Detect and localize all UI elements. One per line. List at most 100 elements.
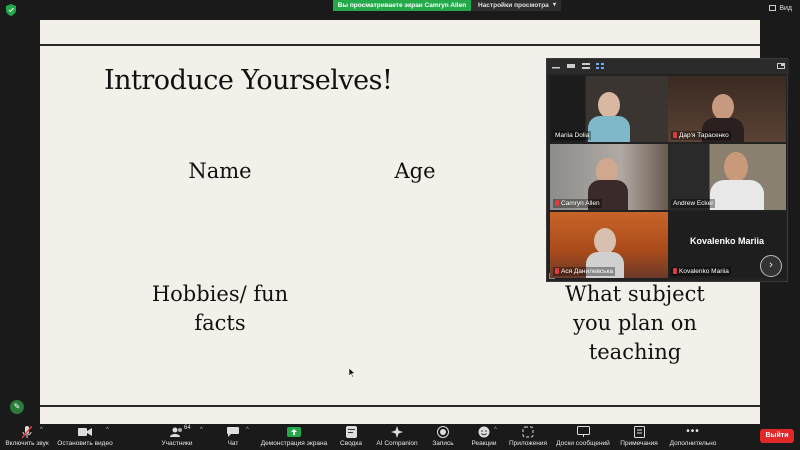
- chat-icon: [227, 427, 239, 437]
- chevron-down-icon: ▾: [552, 2, 556, 8]
- active-speaker-icon[interactable]: [567, 63, 575, 69]
- stop-video-label: Остановить видео: [57, 440, 113, 447]
- participant-video-panel[interactable]: Mariia Dolia Дар'я Тарасенко Camryn Alle…: [546, 58, 789, 282]
- more-button[interactable]: ••• Дополнительно: [666, 424, 720, 450]
- chevron-right-icon: ›: [769, 259, 773, 271]
- chat-label: Чат: [227, 440, 239, 447]
- subject-line-1: What subject: [565, 282, 705, 306]
- chevron-up-icon[interactable]: ^: [494, 427, 497, 433]
- record-button[interactable]: Запись: [428, 424, 458, 450]
- participant-name: Ася Данилевська: [561, 268, 614, 275]
- hobbies-line-2: facts: [194, 311, 246, 335]
- stop-video-button[interactable]: ^ Остановить видео: [56, 424, 114, 450]
- participant-name: Дар'я Тарасенко: [679, 132, 729, 139]
- video-tile[interactable]: Camryn Allen: [550, 144, 668, 210]
- reactions-button[interactable]: ^ Реакции: [468, 424, 500, 450]
- participant-name-row: Kovalenko Mariia: [671, 267, 731, 276]
- participant-name-row: Camryn Allen: [553, 199, 602, 208]
- apps-label: Приложения: [508, 440, 548, 447]
- more-label: Дополнительно: [669, 440, 717, 447]
- slide-bottom-divider: [40, 405, 760, 407]
- mouse-cursor-icon: [349, 368, 356, 378]
- muted-mic-icon: [673, 132, 677, 138]
- notes-button[interactable]: Примечания: [618, 424, 660, 450]
- view-options-label: Настройки просмотра: [478, 2, 549, 9]
- share-screen-icon: [287, 427, 301, 437]
- participants-button[interactable]: 64 ^ Участники: [152, 424, 202, 450]
- view-options-button[interactable]: Настройки просмотра ▾: [471, 0, 561, 11]
- apps-icon: [522, 426, 534, 438]
- chevron-up-icon[interactable]: ^: [200, 427, 203, 433]
- chevron-up-icon[interactable]: ^: [106, 427, 109, 433]
- video-tile[interactable]: Дар'я Тарасенко: [668, 76, 786, 142]
- participants-icon: [170, 427, 182, 437]
- muted-mic-icon: [555, 268, 559, 274]
- record-label: Запись: [432, 440, 454, 447]
- slide-label-subject: What subject you plan on teaching: [555, 280, 715, 367]
- participant-name: Andrew Ecker: [671, 199, 716, 208]
- chat-button[interactable]: ^ Чат: [218, 424, 249, 450]
- share-screen-label: Демонстрация экрана: [260, 440, 328, 447]
- video-tile[interactable]: Ася Данилевська: [550, 212, 668, 278]
- unmute-label: Включить звук: [5, 440, 49, 447]
- record-icon: [437, 426, 449, 438]
- ai-companion-label: AI Companion: [376, 440, 418, 447]
- zoom-meeting-window: Вы просматриваете экран Camryn Allen Нас…: [0, 0, 800, 450]
- microphone-muted-icon: [21, 425, 33, 439]
- subject-line-3: teaching: [588, 340, 682, 364]
- participant-name: Camryn Allen: [561, 200, 600, 207]
- shield-icon[interactable]: [6, 4, 16, 16]
- top-bar: Вы просматриваете экран Camryn Allen Нас…: [0, 0, 800, 20]
- slide-label-age: Age: [394, 159, 436, 183]
- video-tile[interactable]: Andrew Ecker: [668, 144, 786, 210]
- slide-label-hobbies: Hobbies/ fun facts: [140, 280, 300, 338]
- view-button[interactable]: Вид: [769, 5, 792, 12]
- summary-label: Сводка: [340, 440, 362, 447]
- subject-line-2: you plan on: [573, 311, 697, 335]
- annotate-pencil-icon[interactable]: ✎: [10, 400, 24, 414]
- chevron-up-icon[interactable]: ^: [40, 427, 43, 433]
- slide-label-name: Name: [188, 159, 252, 183]
- more-dots-icon: •••: [686, 426, 700, 437]
- emoji-icon: [478, 426, 490, 438]
- participants-label: Участники: [161, 440, 193, 447]
- minimize-icon[interactable]: [552, 63, 560, 69]
- leave-meeting-button[interactable]: Выйти: [760, 429, 794, 443]
- participant-name: Kovalenko Mariia: [679, 268, 729, 275]
- video-camera-icon: [78, 428, 92, 436]
- muted-mic-icon: [555, 200, 559, 206]
- ai-companion-button[interactable]: AI Companion: [374, 424, 420, 450]
- muted-mic-icon: [673, 268, 677, 274]
- slide-top-divider: [40, 44, 760, 46]
- notes-icon: [633, 426, 645, 438]
- slide-title: Introduce Yourselves!: [104, 65, 393, 96]
- whiteboards-button[interactable]: Доски сообщений: [553, 424, 613, 450]
- whiteboard-icon: [576, 426, 590, 437]
- participant-name-row: Ася Данилевська: [553, 267, 616, 276]
- whiteboards-label: Доски сообщений: [556, 440, 610, 447]
- participant-name-row: Дар'я Тарасенко: [671, 131, 731, 140]
- resize-handle[interactable]: [549, 273, 555, 279]
- exit-fullscreen-icon[interactable]: [777, 63, 785, 69]
- next-page-button[interactable]: ›: [760, 255, 782, 277]
- reactions-label: Реакции: [471, 440, 497, 447]
- screen-share-banner: Вы просматриваете экран Camryn Allen: [333, 0, 471, 11]
- view-button-label: Вид: [779, 5, 792, 12]
- notes-label: Примечания: [620, 440, 658, 447]
- video-off-name: Kovalenko Mariia: [689, 236, 765, 246]
- summary-button[interactable]: Сводка: [336, 424, 366, 450]
- video-tile[interactable]: Mariia Dolia: [550, 76, 668, 142]
- participant-name: Mariia Dolia: [553, 131, 592, 140]
- share-screen-button[interactable]: Демонстрация экрана: [258, 424, 330, 450]
- gallery-view-icon[interactable]: [596, 63, 604, 69]
- participants-count: 64: [184, 425, 191, 431]
- apps-button[interactable]: Приложения: [506, 424, 550, 450]
- strip-view-icon[interactable]: [582, 63, 590, 69]
- summary-icon: [345, 426, 357, 438]
- sparkle-icon: [391, 426, 403, 438]
- hobbies-line-1: Hobbies/ fun: [151, 282, 289, 306]
- chevron-up-icon[interactable]: ^: [246, 427, 249, 433]
- panel-header: [547, 59, 789, 74]
- unmute-button[interactable]: ^ Включить звук: [2, 424, 52, 450]
- view-icon: [769, 5, 777, 12]
